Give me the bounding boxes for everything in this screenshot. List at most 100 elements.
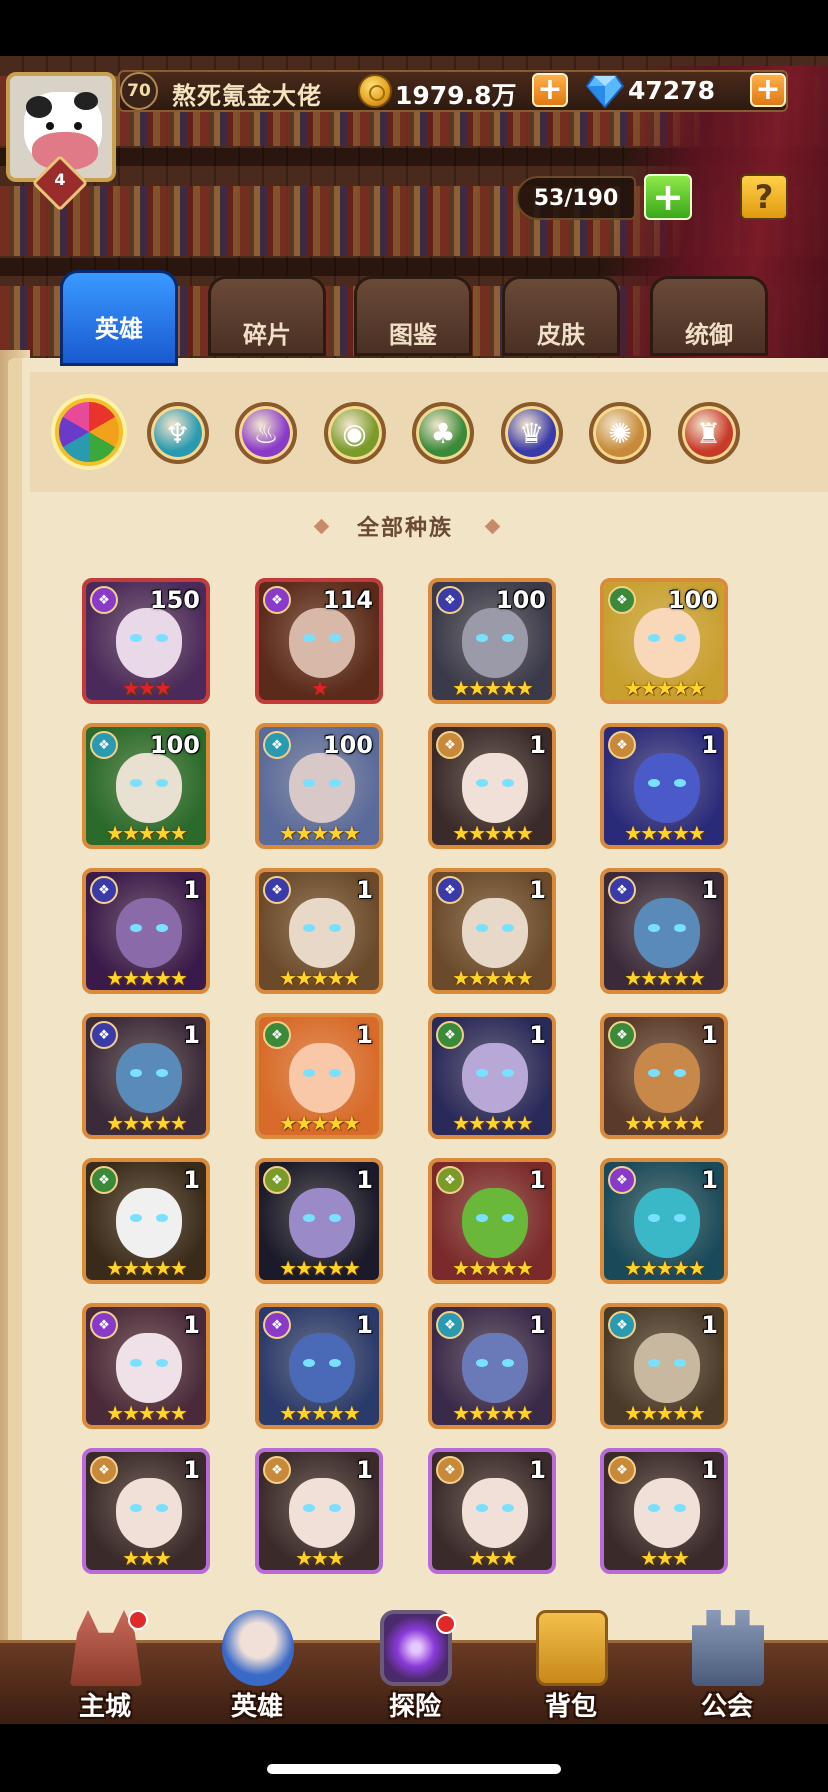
- hero-face: [462, 898, 528, 968]
- hero-level: 1: [183, 1456, 200, 1484]
- notification-dot: [128, 1610, 148, 1630]
- hero-star-rating: ★★★★★: [106, 1401, 188, 1425]
- hero-card[interactable]: ❖ 1 ★★★★★: [600, 723, 728, 849]
- hero-eye: [674, 779, 686, 787]
- hero-eye: [329, 779, 341, 787]
- race-filter-all-races[interactable]: [55, 398, 123, 466]
- hero-star-rating: ★★★★★: [279, 1401, 361, 1425]
- hero-card[interactable]: ❖ 1 ★★★★★: [82, 1013, 210, 1139]
- hero-card[interactable]: ❖ 1 ★★★★★: [600, 1303, 728, 1429]
- hero-card[interactable]: ❖ 1 ★★★: [255, 1448, 383, 1574]
- hero-star-rating: ★★★★★: [452, 966, 534, 990]
- hero-card[interactable]: ❖ 1 ★★★★★: [600, 1158, 728, 1284]
- hero-card[interactable]: ❖ 1 ★★★★★: [428, 723, 556, 849]
- race-filter-forest[interactable]: ♣: [412, 402, 474, 464]
- hero-level: 100: [149, 731, 200, 759]
- hero-eye: [156, 779, 168, 787]
- hero-face: [289, 753, 355, 823]
- hero-card[interactable]: ❖ 150 ★★★: [82, 578, 210, 704]
- expand-capacity-button[interactable]: +: [644, 174, 692, 220]
- hero-eye: [303, 924, 315, 932]
- hero-card[interactable]: ❖ 1 ★★★: [428, 1448, 556, 1574]
- hero-card[interactable]: ❖ 100 ★★★★★: [255, 723, 383, 849]
- hero-card[interactable]: ❖ 1 ★★★★★: [255, 1013, 383, 1139]
- race-filter-transcendence[interactable]: ♜: [677, 402, 740, 464]
- home-indicator[interactable]: [267, 1764, 561, 1774]
- hero-face: [116, 1043, 182, 1113]
- add-gold-button[interactable]: +: [532, 73, 568, 107]
- hero-eye: [476, 1359, 488, 1367]
- hero-card[interactable]: ❖ 1 ★★★★★: [600, 868, 728, 994]
- hero-card[interactable]: ❖ 1 ★★★★★: [255, 1303, 383, 1429]
- nav-item-hero[interactable]: 英雄: [192, 1610, 322, 1726]
- hero-eye: [648, 779, 660, 787]
- hero-eye: [303, 779, 315, 787]
- hero-race-icon: ❖: [436, 1311, 464, 1339]
- hero-level: 1: [701, 1166, 718, 1194]
- hero-eye: [674, 924, 686, 932]
- hero-race-icon: ❖: [436, 731, 464, 759]
- nav-item-portal[interactable]: 探险: [350, 1610, 480, 1726]
- race-filter-dark[interactable]: ♛: [500, 402, 563, 464]
- hero-card[interactable]: ❖ 1 ★★★★★: [428, 868, 556, 994]
- hero-card[interactable]: ❖ 1 ★★★: [82, 1448, 210, 1574]
- hero-card[interactable]: ❖ 1 ★★★★★: [428, 1303, 556, 1429]
- race-filter-fortress[interactable]: ♨: [235, 402, 297, 464]
- hero-face: [289, 898, 355, 968]
- race-filter-light[interactable]: ✺: [589, 402, 651, 464]
- tab-heroes[interactable]: 英雄: [60, 270, 178, 366]
- hero-level: 1: [356, 1166, 373, 1194]
- hero-card[interactable]: ❖ 1 ★★★★★: [428, 1158, 556, 1284]
- hero-card[interactable]: ❖ 1 ★★★★★: [600, 1013, 728, 1139]
- race-filter-abyss[interactable]: ◉: [323, 402, 386, 464]
- hero-card[interactable]: ❖ 100 ★★★★★: [600, 578, 728, 704]
- hero-race-icon: ❖: [608, 731, 636, 759]
- hero-face: [289, 608, 355, 678]
- hero-eye: [130, 924, 142, 932]
- help-button[interactable]: ?: [740, 174, 788, 220]
- hero-race-icon: ❖: [263, 1021, 291, 1049]
- nav-label: 主城: [78, 1692, 131, 1722]
- nav-label: 背包: [544, 1692, 597, 1722]
- hero-face: [289, 1333, 355, 1403]
- hero-star-rating: ★★★★★: [452, 1111, 534, 1135]
- hero-card[interactable]: ❖ 1 ★★★★★: [428, 1013, 556, 1139]
- hero-level: 1: [183, 1166, 200, 1194]
- race-filter-shadow[interactable]: ♆: [146, 402, 209, 464]
- hero-star-rating: ★★★: [640, 1546, 690, 1570]
- hero-level: 150: [149, 586, 200, 614]
- add-gems-button[interactable]: +: [750, 73, 786, 107]
- hero-eye: [130, 1069, 142, 1077]
- hero-eye: [502, 779, 514, 787]
- hero-card[interactable]: ❖ 100 ★★★★★: [428, 578, 556, 704]
- nav-item-castle[interactable]: 主城: [40, 1610, 170, 1726]
- hero-card[interactable]: ❖ 100 ★★★★★: [82, 723, 210, 849]
- hero-eye: [476, 634, 488, 642]
- hero-face: [116, 898, 182, 968]
- tab-shards[interactable]: 碎片: [208, 276, 326, 356]
- race-filter-title: 全部种族: [356, 516, 453, 541]
- hero-card[interactable]: ❖ 1 ★★★★★: [255, 868, 383, 994]
- hero-eye: [502, 924, 514, 932]
- tab-codex[interactable]: 图鉴: [354, 276, 472, 356]
- hero-level: 1: [183, 876, 200, 904]
- hero-card[interactable]: ❖ 114 ★: [255, 578, 383, 704]
- hero-eye: [156, 1504, 168, 1512]
- hero-card[interactable]: ❖ 1 ★★★★★: [82, 1303, 210, 1429]
- hero-face: [289, 1043, 355, 1113]
- hero-star-rating: ★★★: [122, 676, 172, 700]
- hero-face: [462, 1333, 528, 1403]
- nav-item-guild[interactable]: 公会: [662, 1610, 792, 1726]
- hero-card[interactable]: ❖ 1 ★★★★★: [82, 1158, 210, 1284]
- hero-level: 100: [322, 731, 373, 759]
- hero-race-icon: ❖: [263, 731, 291, 759]
- hero-eye: [502, 1069, 514, 1077]
- hero-card[interactable]: ❖ 1 ★★★: [600, 1448, 728, 1574]
- hero-star-rating: ★★★★★: [106, 1111, 188, 1135]
- tab-skins[interactable]: 皮肤: [502, 276, 620, 356]
- nav-item-backpack[interactable]: 背包: [506, 1610, 636, 1726]
- hero-eye: [130, 779, 142, 787]
- hero-card[interactable]: ❖ 1 ★★★★★: [82, 868, 210, 994]
- tab-command[interactable]: 统御: [650, 276, 768, 356]
- hero-card[interactable]: ❖ 1 ★★★★★: [255, 1158, 383, 1284]
